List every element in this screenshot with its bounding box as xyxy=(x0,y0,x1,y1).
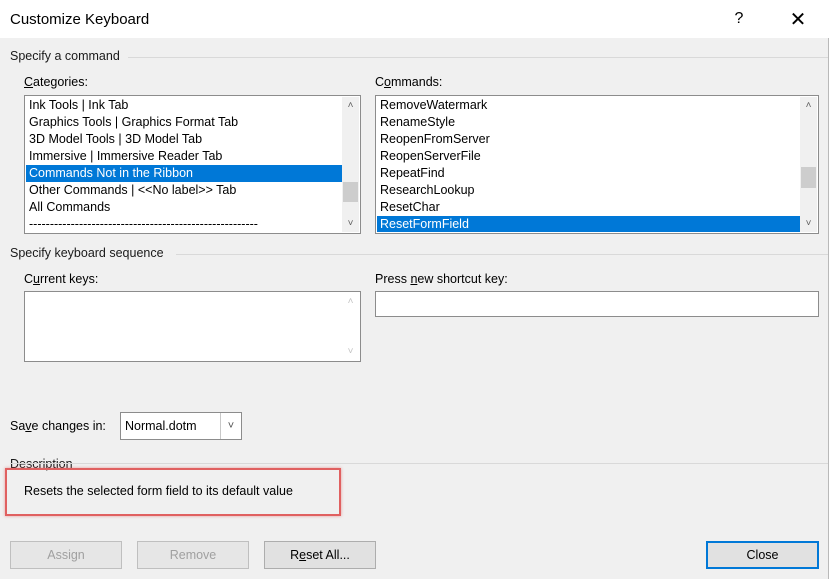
list-item[interactable]: Other Commands | <<No label>> Tab xyxy=(26,182,342,199)
section-divider xyxy=(176,254,828,255)
title-bar: Customize Keyboard ? ✕ xyxy=(0,0,829,38)
list-item[interactable]: ResearchLookup xyxy=(377,182,800,199)
list-item[interactable]: RepeatFind xyxy=(377,165,800,182)
list-item[interactable]: ----------------------------------------… xyxy=(26,216,342,232)
scroll-up-icon[interactable]: ˄ xyxy=(800,97,817,114)
list-item[interactable]: RenameStyle xyxy=(377,114,800,131)
reset-all-button[interactable]: Re set All... xyxy=(264,541,376,569)
list-item[interactable]: ReopenServerFile xyxy=(377,148,800,165)
list-item[interactable]: RemoveWatermark xyxy=(377,97,800,114)
scroll-down-icon[interactable]: ˅ xyxy=(342,215,359,232)
list-item[interactable]: ResetFormField xyxy=(377,216,800,232)
customize-keyboard-dialog: Customize Keyboard ? ✕ Specify a command… xyxy=(0,0,829,579)
list-item[interactable]: 3D Model Tools | 3D Model Tab xyxy=(26,131,342,148)
close-icon[interactable]: ✕ xyxy=(775,0,821,38)
commands-scrollbar[interactable]: ˄ ˅ xyxy=(800,97,817,232)
categories-list: Ink Tools | Ink Tab Graphics Tools | Grap… xyxy=(26,97,342,232)
save-changes-value: Normal.dotm xyxy=(125,419,197,433)
commands-label: Commands: xyxy=(375,75,443,89)
list-item[interactable]: ResetChar xyxy=(377,199,800,216)
chevron-down-icon[interactable]: ˅ xyxy=(220,413,241,439)
categories-listbox[interactable]: Ink Tools | Ink Tab Graphics Tools | Grap… xyxy=(24,95,361,234)
list-item[interactable]: All Commands xyxy=(26,199,342,216)
scroll-up-icon[interactable]: ˄ xyxy=(342,97,359,114)
specify-command-heading: Specify a command xyxy=(10,49,120,63)
keyboard-sequence-heading: Specify keyboard sequence xyxy=(10,246,164,260)
assign-button[interactable]: Assign xyxy=(10,541,122,569)
list-item[interactable]: ReopenFromServer xyxy=(377,131,800,148)
commands-list: RemoveWatermark RenameStyle ReopenFromServ… xyxy=(377,97,800,232)
remove-button[interactable]: Remove xyxy=(137,541,249,569)
list-item[interactable]: Commands Not in the Ribbon xyxy=(26,165,342,182)
dialog-title: Customize Keyboard xyxy=(10,11,150,28)
scroll-down-icon[interactable]: ˅ xyxy=(800,215,817,232)
current-keys-listbox[interactable]: ˄ ˅ xyxy=(24,291,361,362)
current-keys-scrollbar: ˄ ˅ xyxy=(342,293,359,360)
scroll-thumb[interactable] xyxy=(801,167,816,188)
categories-scrollbar[interactable]: ˄ ˅ xyxy=(342,97,359,232)
save-changes-dropdown[interactable]: Normal.dotm ˅ xyxy=(120,412,242,440)
save-changes-label: Save changes in: xyxy=(10,419,106,433)
scroll-up-icon: ˄ xyxy=(347,296,354,307)
list-item[interactable]: Ink Tools | Ink Tab xyxy=(26,97,342,114)
scroll-thumb[interactable] xyxy=(343,182,358,202)
section-divider xyxy=(128,57,828,58)
current-keys-label: Current keys: xyxy=(24,272,99,286)
commands-listbox[interactable]: RemoveWatermark RenameStyle ReopenFromServ… xyxy=(375,95,819,234)
close-button[interactable]: Close xyxy=(706,541,819,569)
categories-label: Categories: xyxy=(24,75,88,89)
help-button[interactable]: ? xyxy=(716,0,762,38)
scroll-down-icon: ˅ xyxy=(347,346,354,357)
press-new-shortcut-label: Press new shortcut key: xyxy=(375,272,508,286)
list-item[interactable]: Graphics Tools | Graphics Format Tab xyxy=(26,114,342,131)
list-item[interactable]: Immersive | Immersive Reader Tab xyxy=(26,148,342,165)
new-shortcut-input[interactable] xyxy=(375,291,819,317)
highlight-annotation-box xyxy=(5,468,341,516)
section-divider xyxy=(10,463,828,464)
